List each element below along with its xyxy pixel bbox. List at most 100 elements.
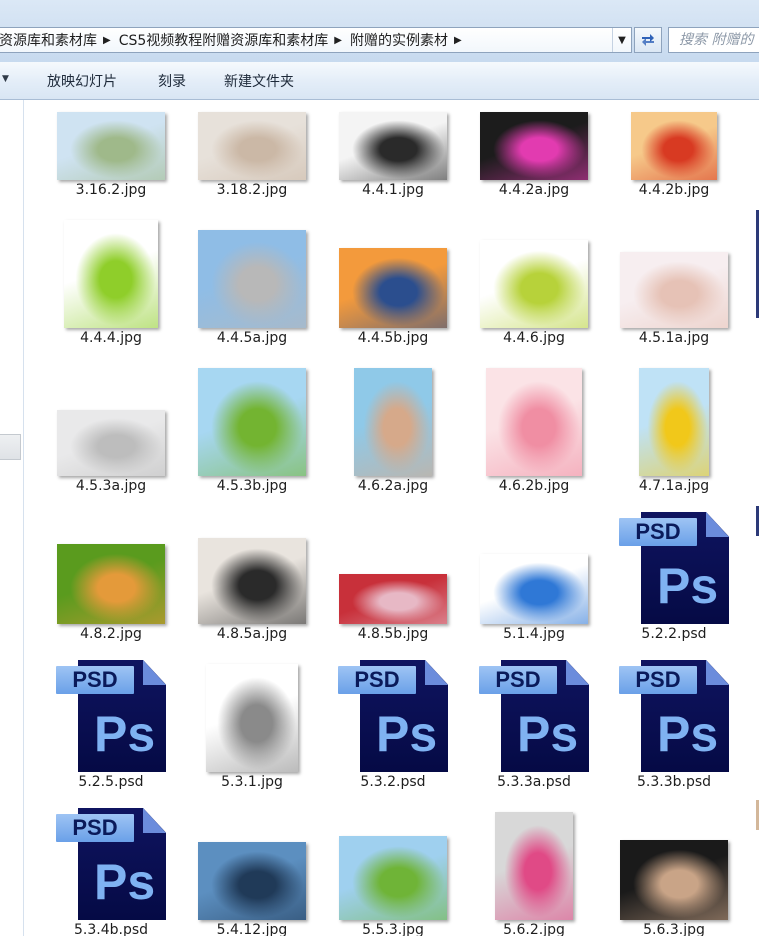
file-item[interactable]: 3.16.2.jpg [41, 100, 181, 208]
file-name: 3.16.2.jpg [75, 182, 147, 198]
breadcrumb-separator-icon[interactable]: ▶ [332, 35, 344, 46]
file-item[interactable]: 4.6.2b.jpg [464, 356, 604, 504]
file-thumbnail-area [182, 100, 322, 180]
psd-file-icon: PSD Ps [56, 808, 166, 920]
file-item[interactable]: 4.8.2.jpg [41, 504, 181, 652]
file-item[interactable]: PSD Ps 5.2.2.psd [604, 504, 744, 652]
file-thumbnail-area [182, 504, 322, 624]
image-thumbnail [631, 112, 717, 180]
file-thumbnail-area [182, 356, 322, 476]
file-name: 5.6.2.jpg [503, 922, 565, 936]
file-item[interactable]: 4.4.5b.jpg [323, 208, 463, 356]
navigation-selected-item[interactable] [0, 434, 21, 460]
file-thumbnail-area [464, 504, 604, 624]
file-item[interactable]: PSD Ps 5.3.3a.psd [464, 652, 604, 800]
psd-file-icon: PSD Ps [338, 660, 448, 772]
image-thumbnail [639, 368, 709, 476]
image-thumbnail [480, 240, 588, 328]
file-name: 4.4.1.jpg [362, 182, 424, 198]
file-name: 4.4.5b.jpg [357, 330, 429, 346]
file-item[interactable]: 5.4.12.jpg [182, 800, 322, 936]
file-item[interactable]: 5.6.3.jpg [604, 800, 744, 936]
file-item[interactable]: 5.5.3.jpg [323, 800, 463, 936]
image-thumbnail [57, 410, 165, 476]
file-thumbnail-area [182, 652, 322, 772]
file-item[interactable]: 4.4.4.jpg [41, 208, 181, 356]
file-item[interactable]: 3.18.2.jpg [182, 100, 322, 208]
file-item[interactable]: 4.4.2b.jpg [604, 100, 744, 208]
breadcrumb-separator-icon[interactable]: ▶ [101, 35, 113, 46]
file-item[interactable]: 4.4.1.jpg [323, 100, 463, 208]
image-thumbnail [64, 220, 158, 328]
image-thumbnail [480, 554, 588, 624]
image-thumbnail [339, 248, 447, 328]
file-thumbnail-area [323, 800, 463, 920]
file-name: 5.2.2.psd [641, 626, 707, 642]
file-thumbnail-area: PSD Ps [323, 652, 463, 772]
psd-file-icon: PSD Ps [619, 512, 729, 624]
slideshow-button[interactable]: 放映幻灯片 [47, 71, 117, 91]
navigation-pane[interactable] [0, 100, 24, 936]
image-thumbnail [339, 836, 447, 920]
file-item[interactable]: 5.3.1.jpg [182, 652, 322, 800]
file-name: 4.4.5a.jpg [216, 330, 288, 346]
file-thumbnail-area [182, 208, 322, 328]
command-bar: ▼ 放映幻灯片 刻录 新建文件夹 [0, 62, 759, 100]
image-thumbnail [198, 538, 306, 624]
file-name: 5.3.3a.psd [497, 774, 571, 790]
file-thumbnail-area [323, 356, 463, 476]
breadcrumb-item[interactable]: CS5视频教程附赠资源库和素材库 [113, 30, 333, 50]
file-item[interactable]: 4.5.3b.jpg [182, 356, 322, 504]
file-name: 4.8.5a.jpg [216, 626, 288, 642]
new-folder-button[interactable]: 新建文件夹 [224, 71, 294, 91]
file-item[interactable]: PSD Ps 5.3.4b.psd [41, 800, 181, 936]
breadcrumb-item[interactable]: 资源库和素材库 [0, 30, 101, 50]
file-item[interactable]: 5.1.4.jpg [464, 504, 604, 652]
refresh-button[interactable] [634, 27, 662, 53]
file-thumbnail-area [604, 100, 744, 180]
breadcrumb-separator-icon[interactable]: ▶ [452, 35, 464, 46]
file-name: 4.4.4.jpg [80, 330, 142, 346]
file-item[interactable]: 4.4.2a.jpg [464, 100, 604, 208]
burn-button[interactable]: 刻录 [158, 71, 186, 91]
file-item[interactable]: 4.8.5b.jpg [323, 504, 463, 652]
file-name: 5.4.12.jpg [216, 922, 288, 936]
refresh-icon [642, 34, 654, 46]
file-thumbnail-area [464, 800, 604, 920]
file-thumbnail-area [41, 504, 181, 624]
psd-file-icon: PSD Ps [56, 660, 166, 772]
search-input[interactable]: 搜索 附赠的 [668, 27, 759, 53]
file-name: 4.4.6.jpg [503, 330, 565, 346]
breadcrumb-item[interactable]: 附赠的实例素材 [344, 30, 452, 50]
file-name: 4.6.2b.jpg [498, 478, 570, 494]
file-item[interactable]: 4.8.5a.jpg [182, 504, 322, 652]
file-name: 4.7.1a.jpg [638, 478, 710, 494]
file-thumbnail-area [41, 356, 181, 476]
file-item[interactable]: 4.5.1a.jpg [604, 208, 744, 356]
file-item[interactable]: 5.6.2.jpg [464, 800, 604, 936]
file-name: 4.6.2a.jpg [357, 478, 429, 494]
file-thumbnail-area [464, 100, 604, 180]
file-name: 5.5.3.jpg [362, 922, 424, 936]
file-name: 4.4.2a.jpg [498, 182, 570, 198]
file-list[interactable]: 3.16.2.jpg 3.18.2.jpg 4.4.1.jpg 4.4.2a.jpg 4… [24, 100, 759, 936]
file-item[interactable]: 4.7.1a.jpg [604, 356, 744, 504]
file-item[interactable]: PSD Ps 5.3.3b.psd [604, 652, 744, 800]
file-thumbnail-area: PSD Ps [41, 800, 181, 920]
organize-dropdown-icon[interactable]: ▼ [2, 74, 9, 84]
file-name: 5.3.3b.psd [636, 774, 712, 790]
file-item[interactable]: 4.4.5a.jpg [182, 208, 322, 356]
address-dropdown-icon[interactable]: ▼ [612, 28, 631, 52]
file-name: 3.18.2.jpg [216, 182, 288, 198]
image-thumbnail [620, 252, 728, 328]
file-item[interactable]: 4.6.2a.jpg [323, 356, 463, 504]
file-item[interactable]: PSD Ps 5.2.5.psd [41, 652, 181, 800]
file-thumbnail-area: PSD Ps [604, 504, 744, 624]
file-item[interactable]: 4.4.6.jpg [464, 208, 604, 356]
file-name: 5.6.3.jpg [643, 922, 705, 936]
address-bar[interactable]: 资源库和素材库 ▶ CS5视频教程附赠资源库和素材库 ▶ 附赠的实例素材 ▶ ▼ [0, 27, 632, 53]
file-name: 4.5.3a.jpg [75, 478, 147, 494]
file-thumbnail-area [41, 100, 181, 180]
file-item[interactable]: 4.5.3a.jpg [41, 356, 181, 504]
file-item[interactable]: PSD Ps 5.3.2.psd [323, 652, 463, 800]
